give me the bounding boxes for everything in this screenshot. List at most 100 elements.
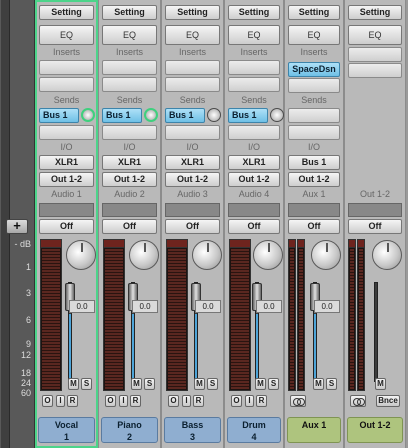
bounce-o-button[interactable]: O (42, 395, 53, 407)
input-monitor-button[interactable]: I (119, 395, 128, 407)
output-button[interactable]: Out 1-2 (288, 172, 340, 187)
input-monitor-button[interactable]: I (245, 395, 254, 407)
output-button[interactable]: Out 1-2 (165, 172, 220, 187)
mute-button[interactable]: M (131, 378, 142, 390)
send-slot[interactable] (288, 125, 340, 140)
setting-button[interactable]: Setting (102, 5, 157, 20)
insert-slot[interactable] (102, 77, 157, 92)
pan-knob[interactable] (192, 240, 222, 270)
solo-button[interactable]: S (144, 378, 155, 390)
insert-slot[interactable] (39, 77, 94, 92)
send-level-knob[interactable] (270, 108, 284, 122)
mute-button[interactable]: M (194, 378, 205, 390)
channel-name-plate[interactable]: Out 1-2 (347, 417, 403, 443)
eq-button[interactable]: EQ (39, 25, 94, 45)
automation-button[interactable]: Off (348, 219, 402, 234)
solo-button[interactable]: S (81, 378, 92, 390)
bounce-o-button[interactable]: O (168, 395, 179, 407)
send-level-knob[interactable] (81, 108, 95, 122)
automation-button[interactable]: Off (165, 219, 220, 234)
mute-button[interactable]: M (375, 378, 386, 390)
record-enable-button[interactable]: R (130, 395, 141, 407)
eq-button[interactable]: EQ (288, 25, 340, 45)
insert-slot[interactable] (102, 60, 157, 75)
group-slot[interactable] (165, 203, 220, 217)
balance-knob[interactable] (372, 240, 402, 270)
setting-button[interactable]: Setting (165, 5, 220, 20)
bounce-button[interactable]: Bnce (376, 395, 400, 407)
channel-strip-vocal[interactable]: Setting EQ Inserts Sends Bus 1 I/O XLR1 … (35, 0, 98, 448)
pan-knob[interactable] (253, 240, 283, 270)
setting-button[interactable]: Setting (348, 5, 402, 20)
group-slot[interactable] (39, 203, 94, 217)
output-button[interactable]: Out 1-2 (102, 172, 157, 187)
add-channel-button[interactable]: + (6, 219, 28, 234)
bounce-o-button[interactable]: O (231, 395, 242, 407)
record-enable-button[interactable]: R (67, 395, 78, 407)
automation-button[interactable]: Off (102, 219, 157, 234)
insert-slot[interactable] (228, 60, 280, 75)
eq-button[interactable]: EQ (102, 25, 157, 45)
input-button[interactable]: XLR1 (39, 155, 94, 170)
solo-button[interactable]: S (326, 378, 337, 390)
channel-name-plate[interactable]: Aux 1 (287, 417, 341, 443)
stereo-link-icon[interactable] (290, 395, 306, 407)
automation-button[interactable]: Off (288, 219, 340, 234)
record-enable-button[interactable]: R (256, 395, 267, 407)
automation-button[interactable]: Off (39, 219, 94, 234)
record-enable-button[interactable]: R (193, 395, 204, 407)
send-slot[interactable] (228, 125, 280, 140)
send-slot[interactable] (288, 108, 340, 123)
send-bus-button[interactable]: Bus 1 (102, 108, 142, 123)
send-level-knob[interactable] (144, 108, 158, 122)
send-slot[interactable] (165, 125, 220, 140)
input-button[interactable]: XLR1 (165, 155, 220, 170)
bounce-o-button[interactable]: O (105, 395, 116, 407)
channel-strip-bass[interactable]: Setting EQ Inserts Sends Bus 1 I/O XLR1 … (161, 0, 224, 448)
insert-slot[interactable] (228, 77, 280, 92)
input-button[interactable]: XLR1 (228, 155, 280, 170)
insert-slot[interactable] (348, 47, 402, 62)
channel-strip-drum[interactable]: Setting EQ Inserts Sends Bus 1 I/O XLR1 … (224, 0, 284, 448)
pan-knob[interactable] (129, 240, 159, 270)
channel-name-plate[interactable]: Piano 2 (101, 417, 158, 443)
pan-knob[interactable] (311, 240, 341, 270)
group-slot[interactable] (348, 203, 402, 217)
input-button[interactable]: Bus 1 (288, 155, 340, 170)
send-slot[interactable] (102, 125, 157, 140)
group-slot[interactable] (288, 203, 340, 217)
insert-slot[interactable] (348, 63, 402, 78)
stereo-link-icon[interactable] (350, 395, 366, 407)
channel-name-plate[interactable]: Drum 4 (227, 417, 281, 443)
group-slot[interactable] (102, 203, 157, 217)
send-bus-button[interactable]: Bus 1 (165, 108, 205, 123)
setting-button[interactable]: Setting (39, 5, 94, 20)
insert-plugin-button[interactable]: SpaceDsn (288, 62, 340, 77)
channel-strip-output[interactable]: Setting EQ Out 1-2 Off M Bnce Out 1-2 (344, 0, 406, 448)
output-button[interactable]: Out 1-2 (228, 172, 280, 187)
eq-button[interactable]: EQ (348, 25, 402, 45)
input-monitor-button[interactable]: I (182, 395, 191, 407)
mute-button[interactable]: M (255, 378, 266, 390)
insert-slot[interactable] (39, 60, 94, 75)
channel-name-plate[interactable]: Bass 3 (164, 417, 221, 443)
solo-button[interactable]: S (207, 378, 218, 390)
send-bus-button[interactable]: Bus 1 (228, 108, 268, 123)
mute-button[interactable]: M (68, 378, 79, 390)
output-button[interactable]: Out 1-2 (39, 172, 94, 187)
eq-button[interactable]: EQ (165, 25, 220, 45)
insert-slot[interactable] (165, 60, 220, 75)
insert-slot[interactable] (288, 78, 340, 93)
automation-button[interactable]: Off (228, 219, 280, 234)
channel-strip-aux1[interactable]: Setting EQ Inserts SpaceDsn Sends I/O Bu… (284, 0, 344, 448)
pan-knob[interactable] (66, 240, 96, 270)
send-level-knob[interactable] (207, 108, 221, 122)
send-bus-button[interactable]: Bus 1 (39, 108, 79, 123)
input-button[interactable]: XLR1 (102, 155, 157, 170)
solo-button[interactable]: S (268, 378, 279, 390)
setting-button[interactable]: Setting (228, 5, 280, 20)
mute-button[interactable]: M (313, 378, 324, 390)
input-monitor-button[interactable]: I (56, 395, 65, 407)
volume-fader[interactable] (374, 282, 378, 382)
channel-name-plate[interactable]: Vocal 1 (38, 417, 95, 443)
